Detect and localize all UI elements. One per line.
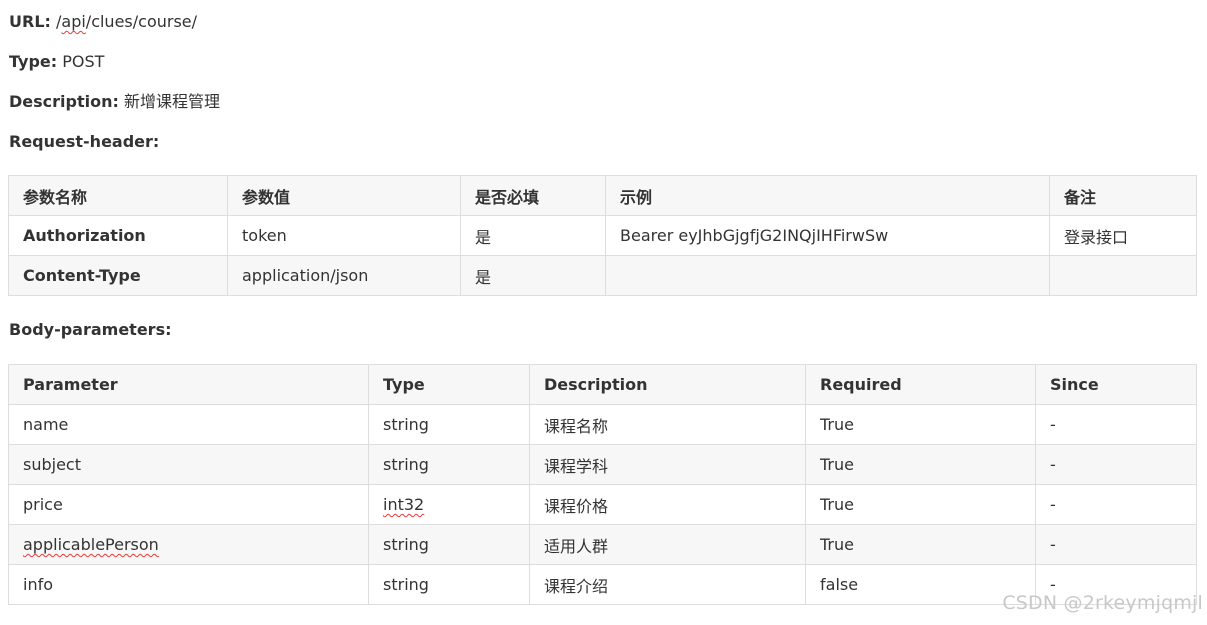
type-value: POST	[62, 52, 105, 71]
param-name-cell: subject	[8, 444, 369, 485]
param-description-cell: 课程价格	[529, 484, 806, 525]
param-since-cell: -	[1035, 404, 1197, 445]
column-header: 示例	[605, 175, 1050, 216]
column-header: Type	[368, 364, 530, 405]
param-type-cell: string	[368, 564, 530, 605]
table-header-row: 参数名称 参数值 是否必填 示例 备注	[8, 175, 1197, 216]
param-since-cell: -	[1035, 484, 1197, 525]
column-header: Since	[1035, 364, 1197, 405]
param-required-cell: True	[805, 444, 1036, 485]
param-required-cell: True	[805, 484, 1036, 525]
type-line: Type: POST	[9, 52, 104, 72]
table-row: price int32 课程价格 True -	[8, 484, 1197, 525]
table-row: name string 课程名称 True -	[8, 404, 1197, 445]
param-type-cell: string	[368, 524, 530, 565]
column-header: Parameter	[8, 364, 369, 405]
request-header-heading: Request-header:	[9, 132, 160, 151]
header-required-cell: 是	[460, 215, 606, 256]
param-required-cell: True	[805, 524, 1036, 565]
url-value: /api/clues/course/	[56, 12, 198, 31]
table-row: Content-Type application/json 是	[8, 255, 1197, 296]
param-description-cell: 课程介绍	[529, 564, 806, 605]
table-row: applicablePerson string 适用人群 True -	[8, 524, 1197, 565]
description-label: Description:	[9, 92, 119, 111]
param-description-cell: 适用人群	[529, 524, 806, 565]
param-type-cell: string	[368, 444, 530, 485]
header-required-cell: 是	[460, 255, 606, 296]
column-header: 参数名称	[8, 175, 228, 216]
column-header: Required	[805, 364, 1036, 405]
header-note-cell: 登录接口	[1049, 215, 1197, 256]
param-name-cell: applicablePerson	[8, 524, 369, 565]
param-type-cell: string	[368, 404, 530, 445]
url-label: URL:	[9, 12, 51, 31]
column-header: 参数值	[227, 175, 461, 216]
header-name-cell: Content-Type	[8, 255, 228, 296]
table-header-row: Parameter Type Description Required Sinc…	[8, 364, 1197, 405]
column-header: Description	[529, 364, 806, 405]
header-example-cell	[605, 255, 1050, 296]
body-parameters-heading: Body-parameters:	[9, 320, 172, 339]
header-value-cell: token	[227, 215, 461, 256]
table-row: subject string 课程学科 True -	[8, 444, 1197, 485]
column-header: 是否必填	[460, 175, 606, 216]
param-required-cell: false	[805, 564, 1036, 605]
header-value-cell: application/json	[227, 255, 461, 296]
description-line: Description: 新增课程管理	[9, 92, 220, 112]
header-note-cell	[1049, 255, 1197, 296]
column-header: 备注	[1049, 175, 1197, 216]
param-name-cell: name	[8, 404, 369, 445]
param-required-cell: True	[805, 404, 1036, 445]
param-since-cell: -	[1035, 524, 1197, 565]
header-example-cell: Bearer eyJhbGjgfjG2INQjIHFirwSw	[605, 215, 1050, 256]
param-description-cell: 课程学科	[529, 444, 806, 485]
csdn-watermark: CSDN @2rkeymjqmjl	[1002, 592, 1203, 614]
param-type-cell: int32	[368, 484, 530, 525]
header-name-cell: Authorization	[8, 215, 228, 256]
param-since-cell: -	[1035, 444, 1197, 485]
type-label: Type:	[9, 52, 58, 71]
table-row: Authorization token 是 Bearer eyJhbGjgfjG…	[8, 215, 1197, 256]
url-line: URL: /api/clues/course/	[9, 12, 197, 32]
body-parameters-table: Parameter Type Description Required Sinc…	[8, 364, 1197, 605]
param-description-cell: 课程名称	[529, 404, 806, 445]
param-name-cell: info	[8, 564, 369, 605]
param-name-cell: price	[8, 484, 369, 525]
description-value: 新增课程管理	[123, 92, 220, 111]
request-header-table: 参数名称 参数值 是否必填 示例 备注 Authorization token …	[8, 175, 1197, 296]
